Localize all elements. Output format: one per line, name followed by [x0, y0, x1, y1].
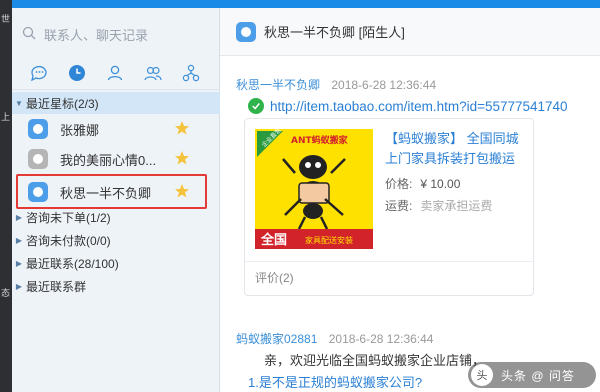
- group-recent-groups[interactable]: ▶ 最近联系群: [12, 275, 220, 297]
- star-icon[interactable]: [174, 150, 190, 166]
- message-text: 亲，欢迎光临全国蚂蚁搬家企业店铺，: [264, 353, 486, 368]
- sender-name[interactable]: 秋思一半不负卿: [236, 78, 320, 92]
- message-meta: 秋思一半不负卿 2018-6-28 12:36:44: [236, 76, 436, 93]
- product-thumbnail[interactable]: 企业直营 ANT蚂蚁搬家 全国 家具配送安装: [255, 129, 373, 249]
- chat-header: 秋思一半不负卿 [陌生人]: [220, 8, 600, 56]
- message-link: http://item.taobao.com/item.htm?id=55777…: [248, 98, 568, 114]
- group-inquiry-unpaid[interactable]: ▶ 咨询未付款(0/0): [12, 229, 220, 251]
- sender-name[interactable]: 蚂蚁搬家02881: [236, 332, 317, 346]
- contact-name: 张雅娜: [60, 122, 100, 138]
- group-inquiry-no-order[interactable]: ▶ 咨询未下单(1/2): [12, 206, 220, 228]
- group-label: 咨询未下单(1/2): [26, 210, 111, 225]
- avatar: [28, 119, 48, 139]
- search-placeholder: 联系人、聊天记录: [44, 27, 149, 43]
- desktop-edge: 世 上 态: [0, 0, 12, 392]
- caret-right-icon: ▶: [15, 258, 23, 268]
- message-time: 2018-6-28 12:36:44: [328, 332, 434, 346]
- selection-highlight-box: [16, 174, 207, 209]
- reviews-link[interactable]: 评价(2): [255, 269, 294, 286]
- chat-title: 秋思一半不负卿 [陌生人]: [264, 25, 405, 40]
- contact-item[interactable]: 张雅娜: [20, 116, 212, 142]
- quick-question-link[interactable]: 1.是不是正规的蚂蚁搬家公司?: [248, 372, 422, 391]
- watermark-text: 头条 @ 问答: [501, 368, 575, 383]
- watermark: 头 头条 @ 问答: [468, 362, 596, 388]
- thumb-brand: ANT蚂蚁搬家: [291, 134, 349, 146]
- contact-item[interactable]: 我的美丽心情0...: [20, 146, 212, 172]
- desktop-edge-mark: 上: [1, 112, 11, 122]
- group-label: 咨询未付款(0/0): [26, 233, 111, 248]
- org-icon[interactable]: [180, 62, 202, 84]
- price-value: ¥ 10.00: [420, 177, 461, 191]
- thumb-footer-left: 全国: [260, 232, 287, 248]
- item-url-link[interactable]: http://item.taobao.com/item.htm?id=55777…: [270, 99, 568, 114]
- message-meta: 蚂蚁搬家02881 2018-6-28 12:36:44: [236, 330, 433, 347]
- watermark-logo: 头: [471, 364, 493, 386]
- title-bar: [0, 0, 600, 8]
- product-card[interactable]: 企业直营 ANT蚂蚁搬家 全国 家具配送安装 【蚂蚁搬家】 全国同城上门家具拆装…: [244, 118, 534, 296]
- group-recent-contacts[interactable]: ▶ 最近联系(28/100): [12, 252, 220, 274]
- desktop-edge-mark: 态: [1, 288, 11, 298]
- message-time: 2018-6-28 12:36:44: [331, 78, 437, 92]
- star-icon[interactable]: [174, 120, 190, 136]
- chat-icon[interactable]: [28, 62, 50, 84]
- group-icon[interactable]: [142, 62, 164, 84]
- shipping-row: 运费: 卖家承担运费: [385, 197, 492, 214]
- product-title[interactable]: 【蚂蚁搬家】 全国同城上门家具拆装打包搬运: [385, 129, 530, 169]
- caret-down-icon: ▼: [15, 98, 23, 108]
- shipping-value: 卖家承担运费: [420, 199, 493, 213]
- search-icon: [22, 26, 36, 43]
- contact-icon[interactable]: [104, 62, 126, 84]
- contacts-sidebar: 联系人、聊天记录 ▼ 最近星标(2/3) 张雅娜 我的美丽心情0... 秋思一半…: [12, 8, 220, 392]
- caret-right-icon: ▶: [15, 235, 23, 245]
- price-label: 价格:: [385, 177, 413, 191]
- avatar: [28, 149, 48, 169]
- caret-right-icon: ▶: [15, 281, 23, 291]
- sidebar-tab-bar: [12, 56, 220, 90]
- thumb-footer-right: 家具配送安装: [305, 235, 353, 245]
- group-label: 最近联系(28/100): [26, 256, 119, 271]
- group-starred[interactable]: ▼ 最近星标(2/3): [12, 92, 220, 114]
- contact-name: 我的美丽心情0...: [60, 152, 157, 168]
- avatar[interactable]: [236, 21, 256, 42]
- group-label: 最近星标(2/3): [26, 96, 99, 111]
- shipping-label: 运费:: [385, 199, 413, 213]
- recent-clock-icon[interactable]: [66, 62, 88, 84]
- card-divider: [245, 261, 533, 262]
- group-label: 最近联系群: [26, 279, 87, 294]
- desktop-edge-mark: 世: [1, 14, 11, 24]
- chat-panel: 秋思一半不负卿 [陌生人] 秋思一半不负卿 2018-6-28 12:36:44…: [220, 8, 600, 392]
- check-icon: [248, 98, 264, 114]
- price-row: 价格: ¥ 10.00: [385, 175, 460, 192]
- search-input[interactable]: 联系人、聊天记录: [22, 20, 210, 48]
- caret-right-icon: ▶: [15, 212, 23, 222]
